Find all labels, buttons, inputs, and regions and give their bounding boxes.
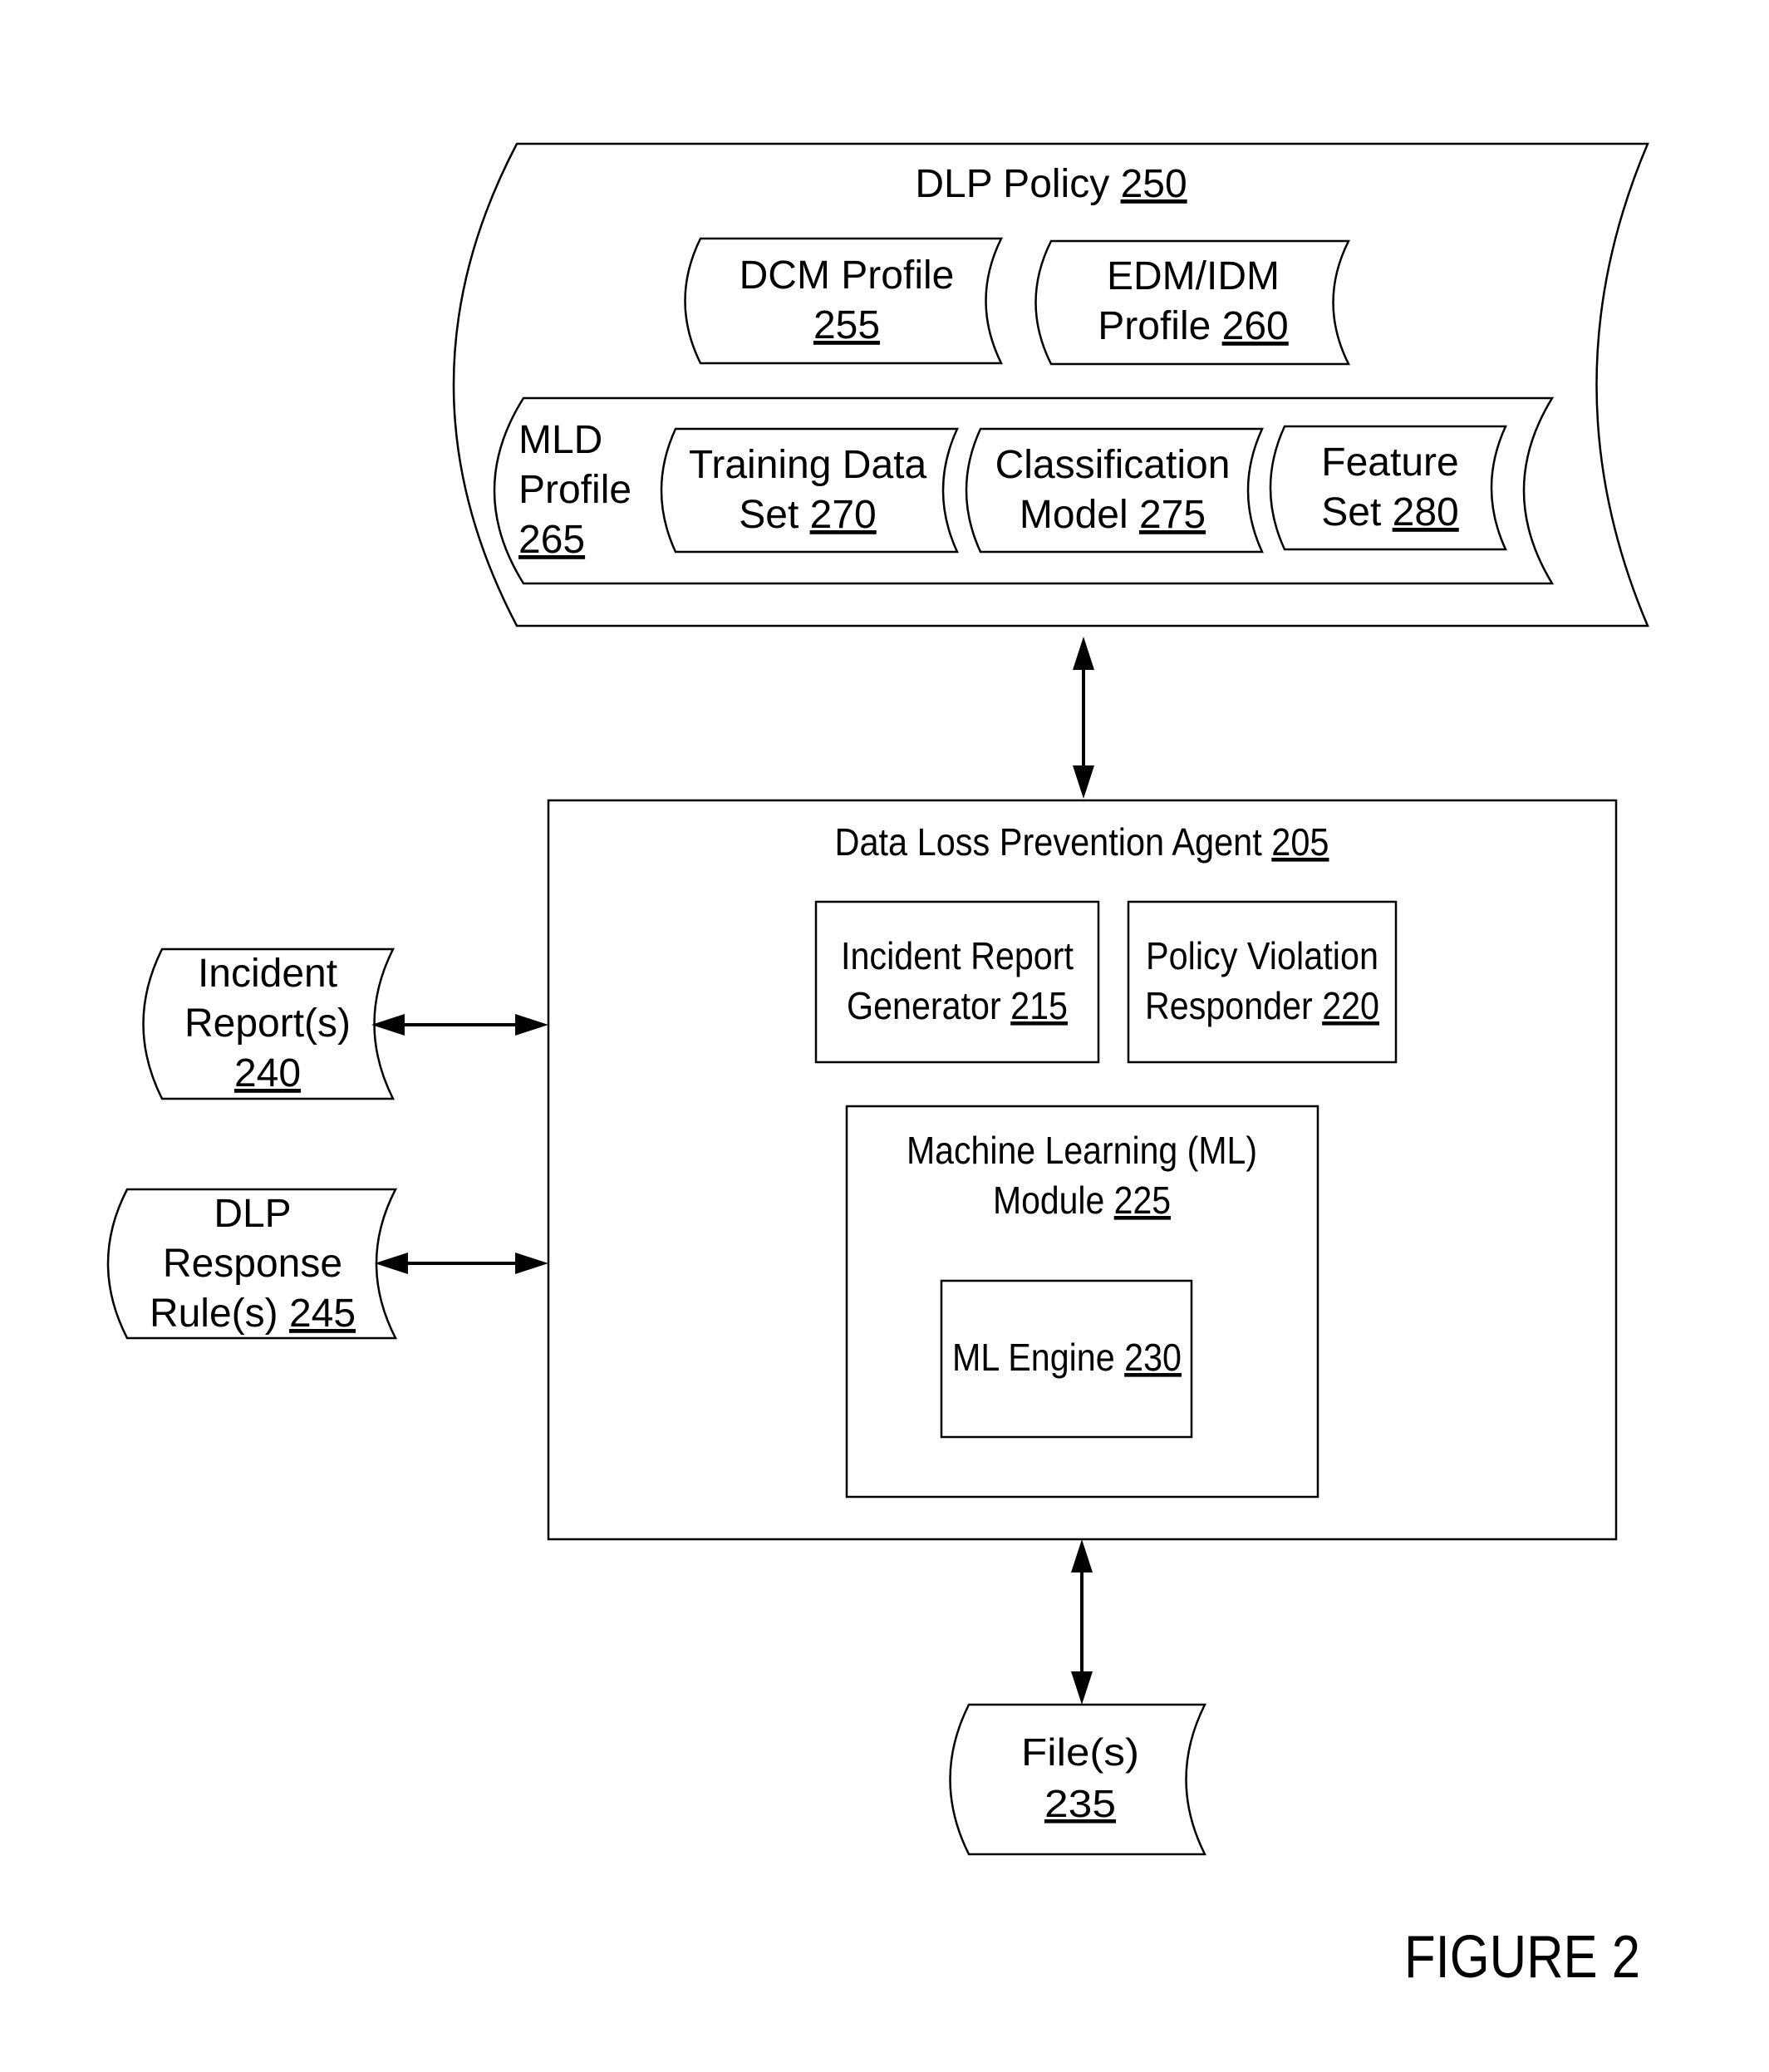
dlp-agent-node: Data Loss Prevention Agent 205 Incident …	[547, 799, 1618, 1541]
files-shape	[949, 1703, 1207, 1856]
dlp-policy-title: DLP Policy 250	[915, 162, 1187, 206]
dlp-agent-ref: 205	[1271, 820, 1329, 864]
training-data-set-label-line1: Training Data	[689, 443, 927, 487]
figure-label: FIGURE 2	[1404, 1924, 1640, 1991]
incident-report-generator-label-line1: Incident Report	[841, 934, 1074, 977]
classification-model-ref: 275	[1139, 493, 1206, 537]
classification-model-label: Model	[1020, 493, 1128, 537]
files-node: File(s) 235	[949, 1703, 1207, 1856]
arrow-head-up-icon	[1073, 637, 1094, 670]
edm-idm-profile-label-line2: Profile 260	[1098, 304, 1289, 348]
arrow-head-down-icon	[1071, 1671, 1093, 1705]
edm-idm-profile-ref: 260	[1222, 304, 1289, 348]
arrow-rules-agent	[375, 1253, 548, 1274]
dcm-profile-node: DCM Profile 255	[684, 237, 1004, 365]
arrow-head-right-icon	[515, 1253, 548, 1274]
mld-profile-label-line2: Profile	[518, 468, 631, 512]
ml-module-ref: 225	[1114, 1179, 1171, 1222]
classification-model-label-line1: Classification	[995, 443, 1231, 487]
incident-report-generator-box	[814, 900, 1100, 1064]
mld-profile-label-line1: MLD	[518, 418, 602, 462]
ml-module-label: Module	[993, 1179, 1104, 1222]
training-data-set-ref: 270	[810, 493, 877, 537]
policy-violation-responder-label: Responder	[1145, 984, 1313, 1027]
ml-module-node: Machine Learning (ML) Module 225 ML Engi…	[845, 1105, 1319, 1499]
dcm-profile-label: DCM Profile	[740, 253, 955, 298]
ml-engine-ref: 230	[1124, 1336, 1182, 1379]
edm-idm-profile-label-line1: EDM/IDM	[1107, 254, 1280, 298]
edm-idm-profile-label: Profile	[1098, 304, 1211, 348]
training-data-set-label: Set	[739, 493, 799, 537]
diagram-canvas: DLP Policy 250 DCM Profile 255 EDM/IDM P…	[106, 142, 1649, 1991]
incident-report-generator-label-line2: Generator 215	[847, 984, 1068, 1027]
arrow-head-down-icon	[1073, 765, 1094, 799]
feature-set-label-line2: Set 280	[1321, 490, 1458, 534]
incident-report-generator-node: Incident Report Generator 215	[814, 900, 1100, 1064]
files-label: File(s)	[1021, 1730, 1139, 1774]
incident-reports-ref: 240	[234, 1051, 301, 1095]
mld-profile-node: MLD Profile 265 Training Data Set 270 Cl…	[493, 396, 1555, 585]
feature-set-label: Set	[1321, 490, 1381, 534]
arrow-policy-agent	[1073, 637, 1094, 799]
dlp-policy-container: DLP Policy 250 DCM Profile 255 EDM/IDM P…	[452, 142, 1649, 628]
feature-set-node: Feature Set 280	[1269, 425, 1507, 551]
dlp-response-rules-label-line3: Rule(s) 245	[150, 1292, 356, 1336]
dlp-policy-label: DLP Policy	[915, 162, 1109, 206]
dlp-policy-ref: 250	[1121, 162, 1187, 206]
ml-module-label-line1: Machine Learning (ML)	[907, 1129, 1257, 1172]
dlp-response-rules-ref: 245	[289, 1292, 356, 1336]
dcm-profile-ref: 255	[813, 303, 880, 347]
incident-reports-label-line2: Report(s)	[184, 1002, 351, 1046]
ml-engine-title: ML Engine 230	[952, 1336, 1182, 1379]
training-data-set-label-line2: Set 270	[739, 493, 876, 537]
policy-violation-responder-ref: 220	[1322, 984, 1379, 1027]
dlp-response-rules-node: DLP Response Rule(s) 245	[106, 1188, 398, 1340]
arrow-head-left-icon	[375, 1253, 408, 1274]
dlp-agent-title: Data Loss Prevention Agent 205	[835, 820, 1329, 864]
training-data-set-node: Training Data Set 270	[660, 427, 959, 554]
incident-report-generator-ref: 215	[1010, 984, 1068, 1027]
feature-set-ref: 280	[1393, 490, 1459, 534]
policy-violation-responder-box	[1127, 900, 1398, 1064]
edm-idm-profile-node: EDM/IDM Profile 260	[1034, 239, 1351, 366]
arrow-agent-files	[1071, 1539, 1093, 1705]
policy-violation-responder-label-line1: Policy Violation	[1146, 934, 1378, 977]
arrow-incident-agent	[371, 1014, 548, 1036]
arrow-head-left-icon	[371, 1014, 405, 1036]
incident-reports-node: Incident Report(s) 240	[142, 947, 396, 1100]
classification-model-label-line2: Model 275	[1020, 493, 1206, 537]
policy-violation-responder-label-line2: Responder 220	[1145, 984, 1379, 1027]
dlp-response-rules-label-line2: Response	[163, 1242, 342, 1286]
mld-profile-ref: 265	[518, 518, 585, 562]
dlp-response-rules-label: Rule(s)	[150, 1292, 278, 1336]
incident-reports-label-line1: Incident	[198, 952, 337, 996]
dlp-response-rules-label-line1: DLP	[214, 1192, 291, 1236]
arrow-head-right-icon	[515, 1014, 548, 1036]
ml-engine-node: ML Engine 230	[940, 1279, 1193, 1439]
feature-set-label-line1: Feature	[1321, 440, 1458, 485]
dlp-agent-label: Data Loss Prevention Agent	[835, 820, 1262, 864]
classification-model-node: Classification Model 275	[965, 427, 1264, 554]
incident-report-generator-label: Generator	[847, 984, 1001, 1027]
policy-violation-responder-node: Policy Violation Responder 220	[1127, 900, 1398, 1064]
arrow-head-up-icon	[1071, 1539, 1093, 1572]
ml-module-label-line2: Module 225	[993, 1179, 1171, 1222]
files-ref: 235	[1044, 1782, 1116, 1825]
ml-engine-label: ML Engine	[952, 1336, 1115, 1379]
